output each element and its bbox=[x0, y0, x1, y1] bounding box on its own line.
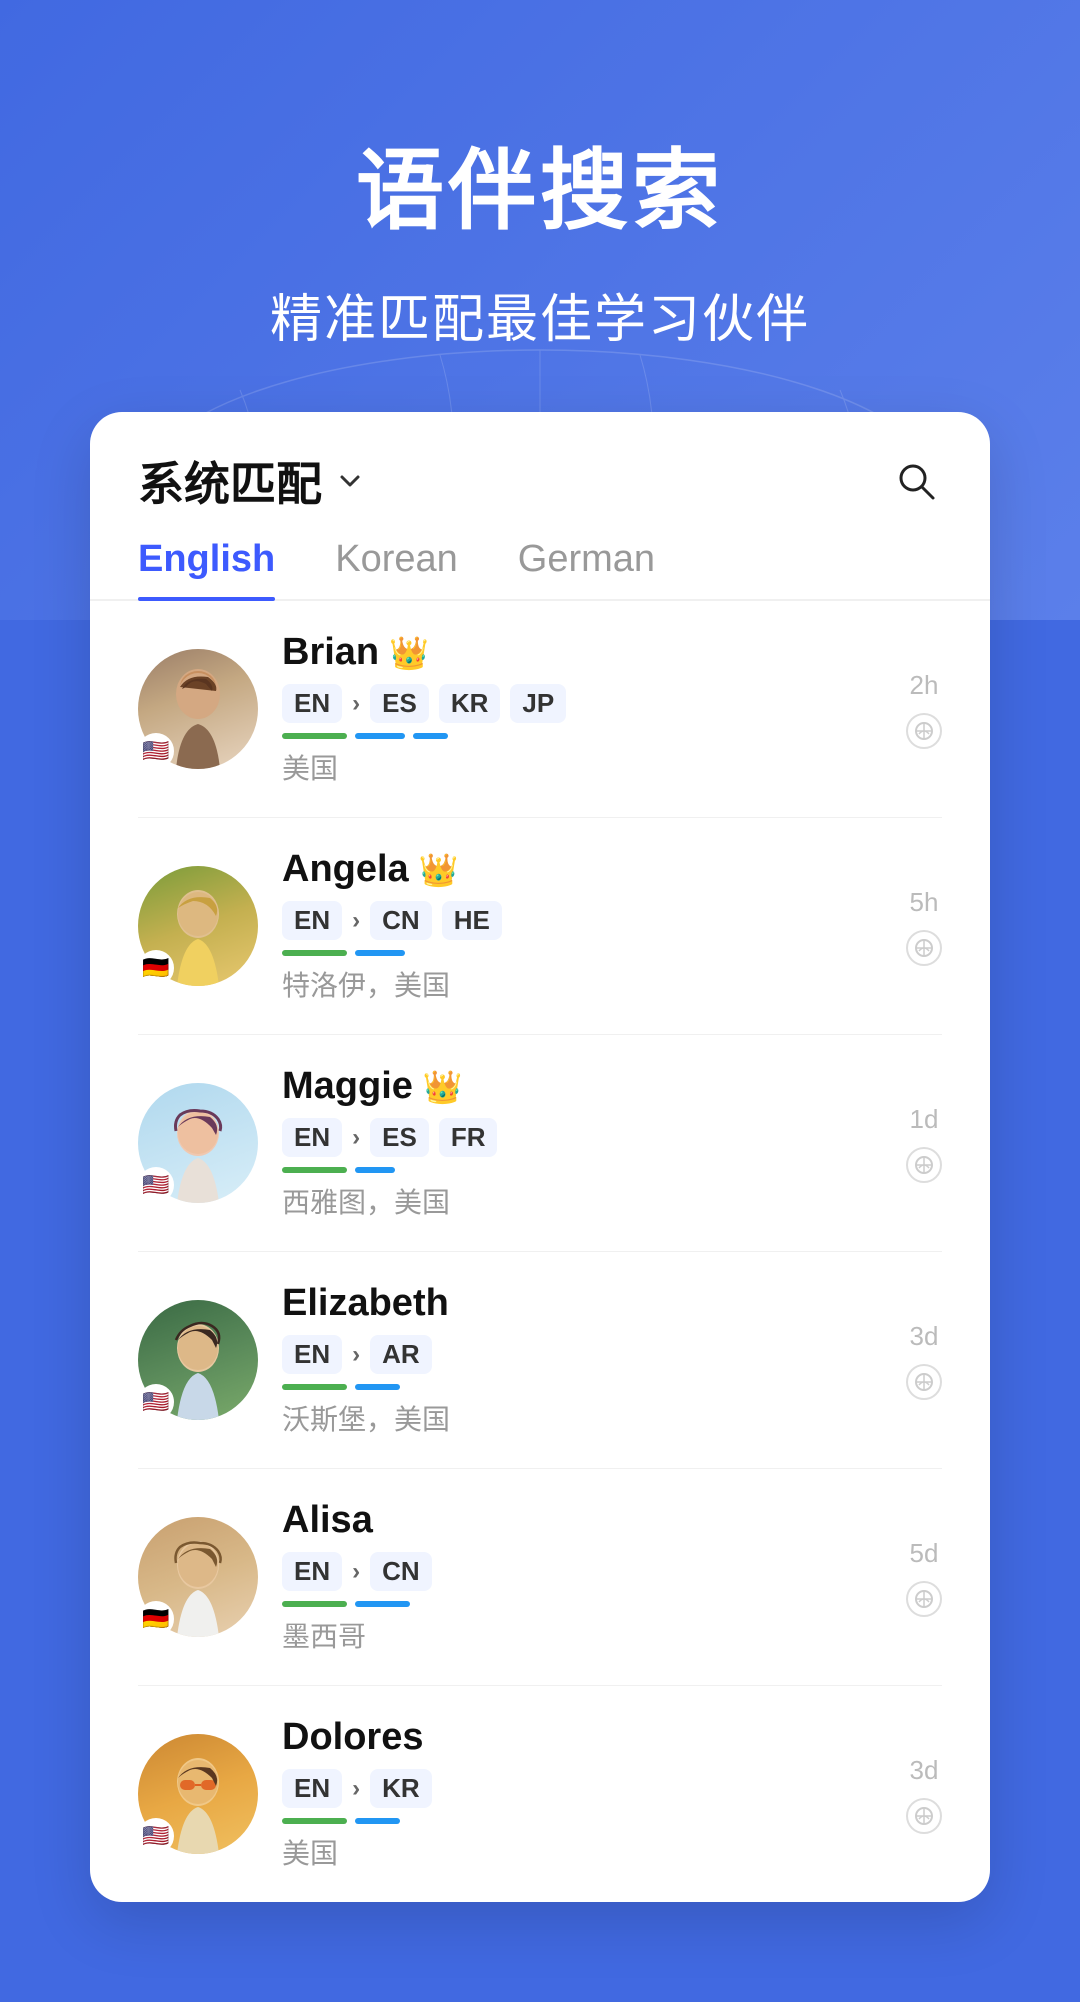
flag-badge: 🇺🇸 bbox=[138, 733, 174, 769]
lang-tags: EN › ES FR bbox=[282, 1118, 882, 1157]
flag-badge: 🇺🇸 bbox=[138, 1167, 174, 1203]
card-header: 系统匹配 bbox=[90, 412, 990, 514]
flag-badge: 🇺🇸 bbox=[138, 1384, 174, 1420]
time-ago: 3d bbox=[910, 1321, 939, 1352]
page-title: 语伴搜索 bbox=[356, 120, 724, 247]
user-location: 沃斯堡，美国 bbox=[282, 1398, 882, 1438]
online-icon bbox=[906, 1798, 942, 1834]
avatar: 🇺🇸 bbox=[138, 649, 258, 769]
time-ago: 5h bbox=[910, 887, 939, 918]
user-meta: 2h bbox=[906, 670, 942, 749]
user-info: Alisa EN › CN 墨西哥 bbox=[282, 1499, 882, 1655]
user-location: 西雅图，美国 bbox=[282, 1181, 882, 1221]
lang-tags: EN › AR bbox=[282, 1335, 882, 1374]
list-item[interactable]: 🇺🇸 Brian 👑 EN › ES KR JP bbox=[138, 601, 942, 818]
online-icon bbox=[906, 713, 942, 749]
avatar: 🇺🇸 bbox=[138, 1734, 258, 1854]
user-info: Elizabeth EN › AR 沃斯堡，美国 bbox=[282, 1282, 882, 1438]
user-meta: 3d bbox=[906, 1755, 942, 1834]
crown-icon: 👑 bbox=[419, 851, 459, 889]
user-name: Dolores bbox=[282, 1716, 423, 1759]
user-info: Angela 👑 EN › CN HE 特洛伊，美国 bbox=[282, 848, 882, 1004]
tabs-bar: English Korean German bbox=[90, 538, 990, 601]
crown-icon: 👑 bbox=[389, 634, 429, 672]
user-meta: 3d bbox=[906, 1321, 942, 1400]
list-item[interactable]: 🇺🇸 Dolores EN › KR 美国 bbox=[138, 1686, 942, 1902]
lang-tags: EN › ES KR JP bbox=[282, 684, 882, 723]
user-name: Angela bbox=[282, 848, 409, 891]
user-name: Brian bbox=[282, 631, 379, 674]
lang-bars bbox=[282, 1167, 882, 1173]
time-ago: 3d bbox=[910, 1755, 939, 1786]
search-icon[interactable] bbox=[890, 455, 942, 507]
tab-korean[interactable]: Korean bbox=[335, 538, 458, 599]
user-name: Maggie bbox=[282, 1065, 413, 1108]
chevron-down-icon[interactable] bbox=[334, 465, 366, 497]
lang-tags: EN › CN HE bbox=[282, 901, 882, 940]
tab-german[interactable]: German bbox=[518, 538, 655, 599]
time-ago: 5d bbox=[910, 1538, 939, 1569]
lang-bars bbox=[282, 733, 882, 739]
match-label: 系统匹配 bbox=[138, 448, 322, 514]
avatar: 🇩🇪 bbox=[138, 1517, 258, 1637]
user-meta: 5d bbox=[906, 1538, 942, 1617]
online-icon bbox=[906, 1147, 942, 1183]
user-list: 🇺🇸 Brian 👑 EN › ES KR JP bbox=[90, 601, 990, 1902]
list-item[interactable]: 🇺🇸 Maggie 👑 EN › ES FR bbox=[138, 1035, 942, 1252]
tab-english[interactable]: English bbox=[138, 538, 275, 599]
user-location: 特洛伊，美国 bbox=[282, 964, 882, 1004]
list-item[interactable]: 🇺🇸 Elizabeth EN › AR 沃斯堡，美国 bbox=[138, 1252, 942, 1469]
user-location: 墨西哥 bbox=[282, 1615, 882, 1655]
user-location: 美国 bbox=[282, 747, 882, 787]
lang-bars bbox=[282, 1818, 882, 1824]
crown-icon: 👑 bbox=[423, 1068, 463, 1106]
match-label-row[interactable]: 系统匹配 bbox=[138, 448, 366, 514]
lang-bars bbox=[282, 950, 882, 956]
flag-badge: 🇺🇸 bbox=[138, 1818, 174, 1854]
avatar: 🇩🇪 bbox=[138, 866, 258, 986]
user-location: 美国 bbox=[282, 1832, 882, 1872]
user-info: Maggie 👑 EN › ES FR 西雅图，美国 bbox=[282, 1065, 882, 1221]
user-info: Dolores EN › KR 美国 bbox=[282, 1716, 882, 1872]
lang-tags: EN › CN bbox=[282, 1552, 882, 1591]
flag-badge: 🇩🇪 bbox=[138, 1601, 174, 1637]
lang-tags: EN › KR bbox=[282, 1769, 882, 1808]
lang-bars bbox=[282, 1384, 882, 1390]
avatar: 🇺🇸 bbox=[138, 1083, 258, 1203]
time-ago: 2h bbox=[910, 670, 939, 701]
flag-badge: 🇩🇪 bbox=[138, 950, 174, 986]
main-card: 系统匹配 English Korean German bbox=[90, 412, 990, 1902]
user-info: Brian 👑 EN › ES KR JP 美 bbox=[282, 631, 882, 787]
online-icon bbox=[906, 930, 942, 966]
online-icon bbox=[906, 1581, 942, 1617]
list-item[interactable]: 🇩🇪 Angela 👑 EN › CN HE bbox=[138, 818, 942, 1035]
user-meta: 1d bbox=[906, 1104, 942, 1183]
list-item[interactable]: 🇩🇪 Alisa EN › CN 墨西哥 bbox=[138, 1469, 942, 1686]
page-subtitle: 精准匹配最佳学习伙伴 bbox=[270, 277, 810, 352]
online-icon bbox=[906, 1364, 942, 1400]
user-name: Elizabeth bbox=[282, 1282, 449, 1325]
user-meta: 5h bbox=[906, 887, 942, 966]
lang-bars bbox=[282, 1601, 882, 1607]
time-ago: 1d bbox=[910, 1104, 939, 1135]
avatar: 🇺🇸 bbox=[138, 1300, 258, 1420]
user-name: Alisa bbox=[282, 1499, 373, 1542]
